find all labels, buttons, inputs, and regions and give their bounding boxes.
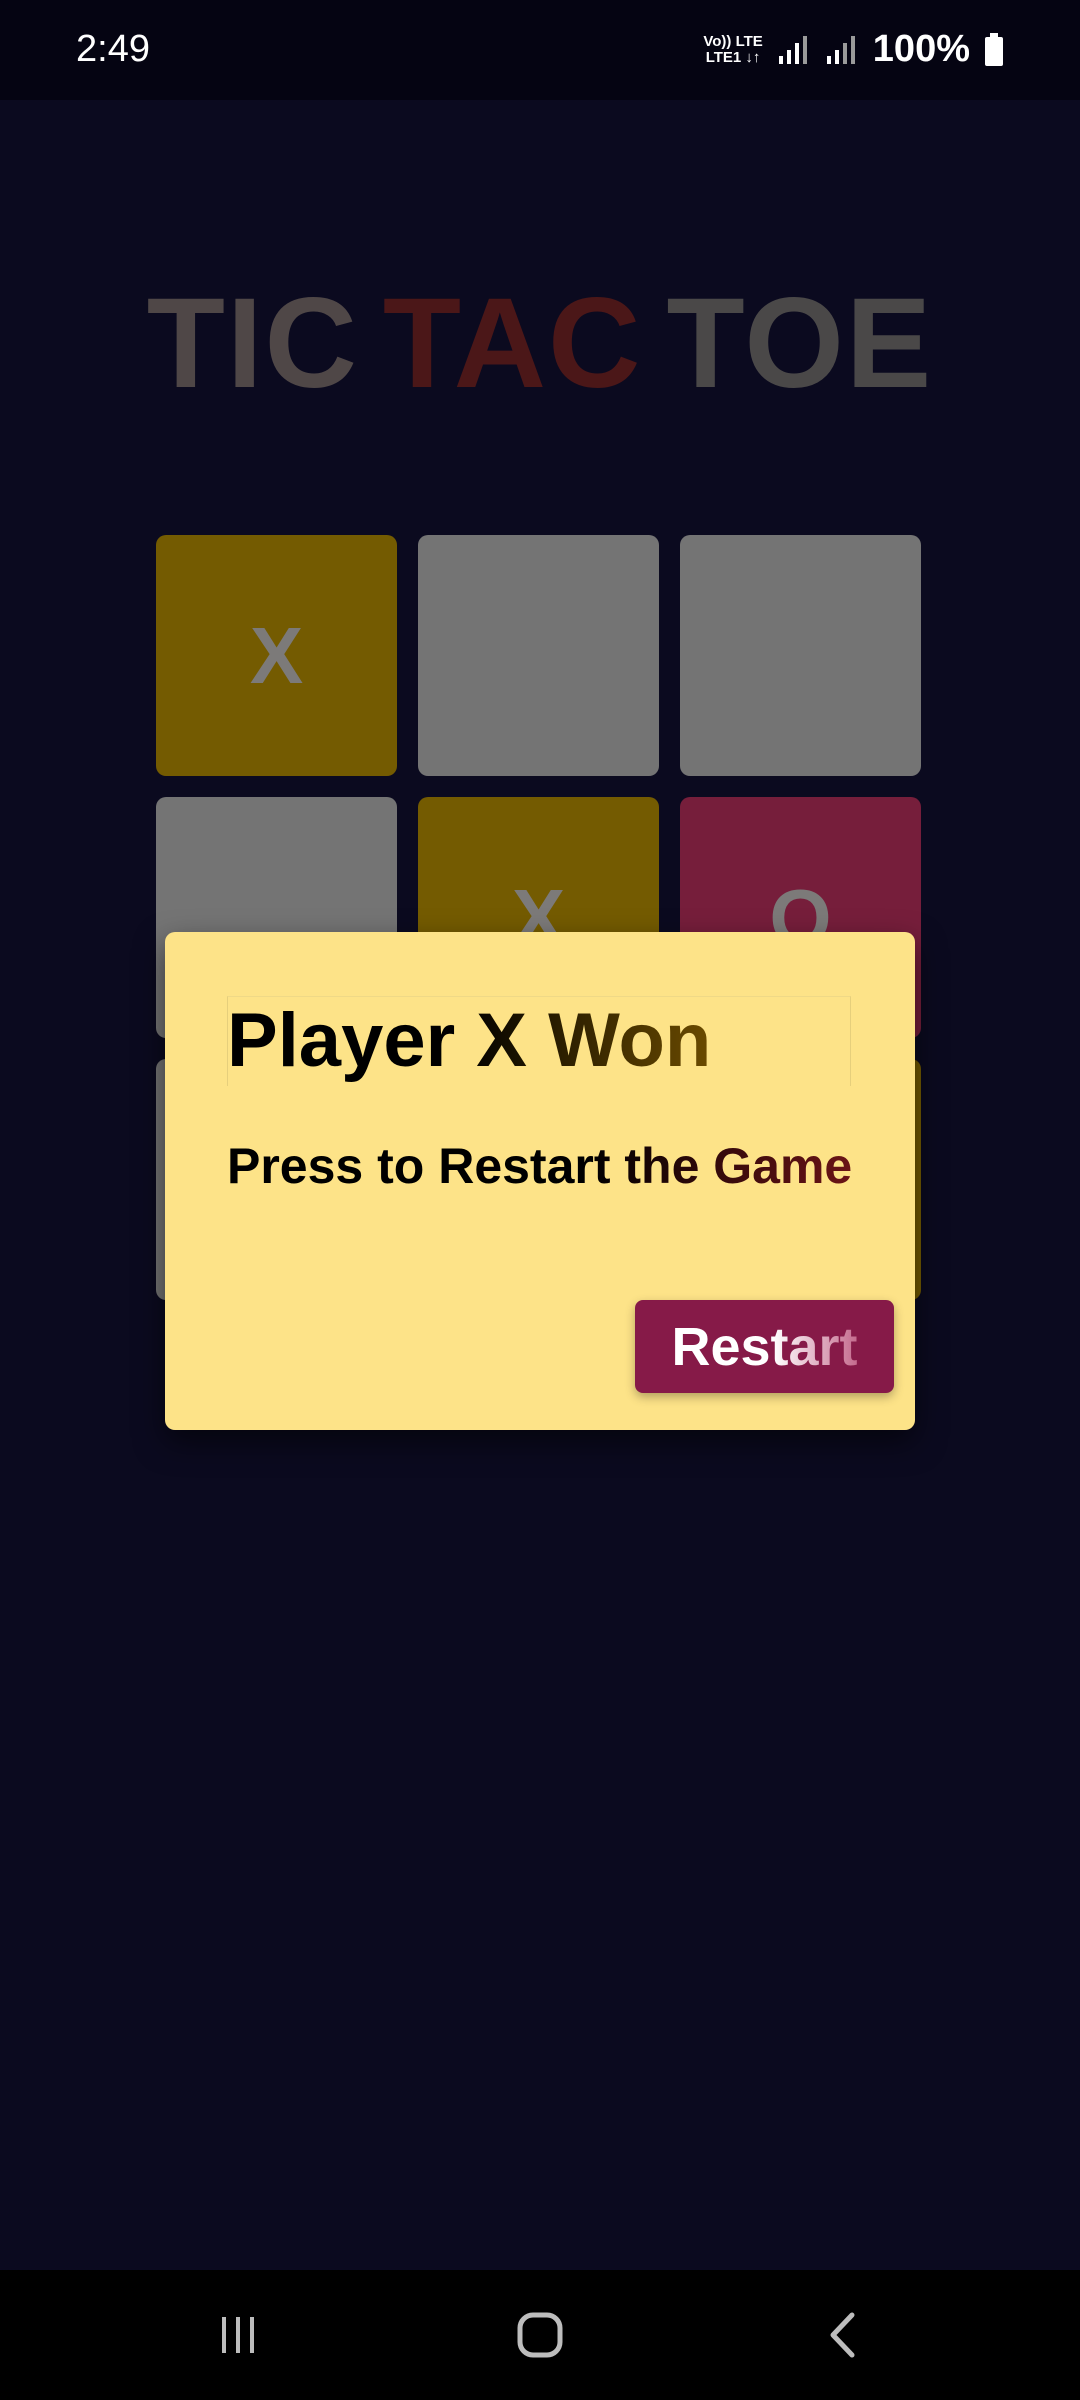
signal-strength-icon [777,34,811,66]
board-cell-1-3[interactable] [680,535,921,776]
app-screen: 2:49 Vo)) LTE LTE1 ↓↑ 100% TIC TAC TOE X… [0,0,1080,2400]
restart-button[interactable]: Restart [635,1300,894,1393]
battery-icon [984,32,1004,67]
back-button[interactable] [782,2300,902,2370]
game-title: TIC TAC TOE [0,270,1080,417]
recent-apps-button[interactable] [178,2300,298,2370]
dialog-message: Press to Restart the Game [227,1138,853,1194]
title-word-tac: TAC [382,272,643,415]
navigation-bar [0,2270,1080,2400]
title-word-toe: TOE [666,272,934,415]
board-cell-1-1[interactable]: X [156,535,397,776]
restart-button-label: Restart [671,1316,858,1377]
network-label-top: Vo)) LTE [703,32,763,50]
recent-apps-icon [218,2315,258,2355]
home-button[interactable] [480,2300,600,2370]
network-label-bottom: LTE1 ↓↑ [705,48,761,66]
winner-dialog: Player X Won Press to Restart the Game R… [165,932,915,1430]
status-bar: 2:49 Vo)) LTE LTE1 ↓↑ 100% [0,0,1080,100]
status-time: 2:49 [76,28,150,70]
back-icon [827,2312,857,2358]
title-word-tic: TIC [146,272,359,415]
signal-strength-icon [825,34,859,66]
dialog-title: Player X Won [227,996,711,1086]
home-icon [517,2312,563,2358]
status-icons: Vo)) LTE LTE1 ↓↑ 100% [703,28,1004,71]
network-indicator: Vo)) LTE LTE1 ↓↑ [703,32,763,66]
battery-percentage: 100% [872,28,970,70]
board-cell-1-2[interactable] [418,535,659,776]
